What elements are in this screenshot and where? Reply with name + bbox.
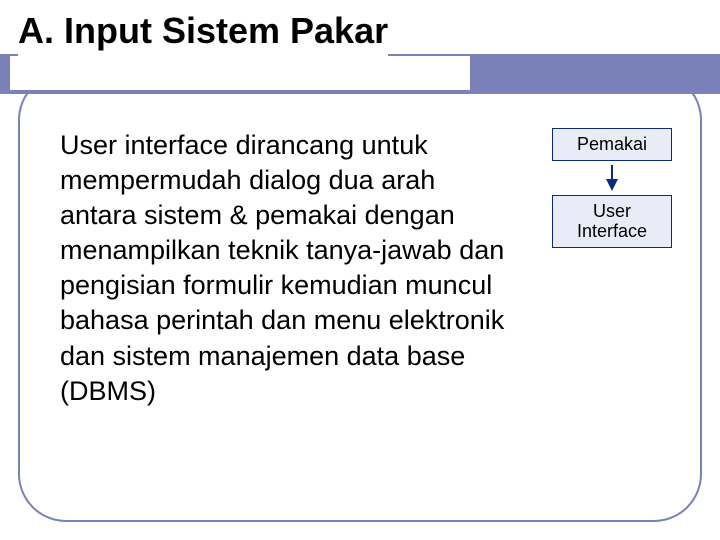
diagram-box-pemakai: Pemakai (552, 128, 672, 161)
diagram-box2-line1: User (593, 201, 631, 221)
slide-title: A. Input Sistem Pakar (18, 10, 388, 58)
diagram: Pemakai User Interface (552, 128, 672, 248)
slide: A. Input Sistem Pakar User interface dir… (0, 0, 720, 540)
title-mask (10, 56, 470, 90)
body-paragraph: User interface dirancang untuk mempermud… (60, 128, 505, 409)
arrow-down-icon (552, 165, 672, 191)
diagram-box2-line2: Interface (577, 221, 647, 241)
diagram-box-user-interface: User Interface (552, 195, 672, 248)
